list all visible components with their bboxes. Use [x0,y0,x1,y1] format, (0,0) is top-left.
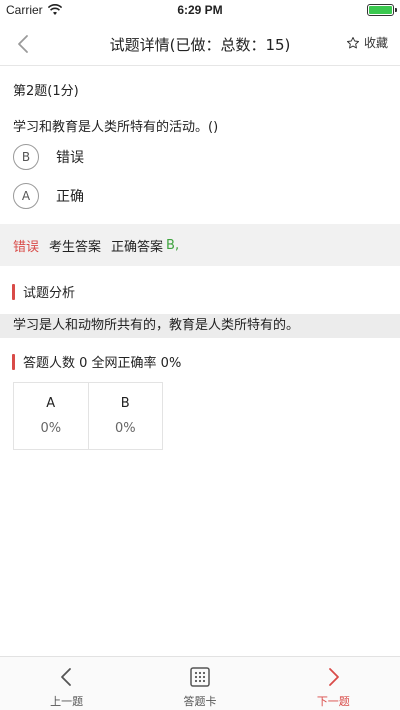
screen: Carrier 6:29 PM 试题详情(已做：总数：15) 收藏 第2题(1分… [0,0,400,710]
stats-heading: 答题人数 0 全网正确率 0% [12,352,181,371]
favorite-label: 收藏 [363,36,388,50]
answer-card-label: 答题卡 [183,695,217,708]
section-marker [12,283,15,300]
stats-heading-text: 答题人数 0 全网正确率 0% [23,356,182,371]
prev-question-button[interactable]: 上一题 [0,657,133,710]
favorite-button[interactable]: 收藏 [346,34,388,51]
question-text: 学习和教育是人类所特有的活动。() [13,120,219,135]
status-bar: Carrier 6:29 PM [0,0,400,22]
stats-table: A 0% B 0% [13,382,163,450]
next-question-button[interactable]: 下一题 [267,657,400,710]
answer-result-band: 错误 考生答案 正确答案 B, [0,224,400,266]
section-marker [12,353,15,370]
option-letter-b: B [13,144,39,170]
option-text-a: 正确 [56,189,84,205]
analysis-text: 学习是人和动物所共有的，教育是人类所特有的。 [0,314,400,338]
option-text-b: 错误 [56,150,84,166]
chevron-right-icon [329,668,340,686]
page-title: 试题详情(已做：总数：15) [109,36,291,54]
correct-answer-label: 正确答案 [111,239,164,255]
option-letter-a: A [13,183,39,209]
star-icon [346,36,359,48]
stats-percent: 0% [40,421,62,436]
chevron-left-icon [60,668,71,686]
battery-tip [395,8,397,12]
stats-option-label: A [46,396,56,411]
option-a[interactable]: A 正确 [13,183,84,209]
option-b[interactable]: B 错误 [13,144,84,170]
correct-answer-value: B, [166,237,180,253]
battery-icon [367,4,394,16]
stats-option-label: B [120,396,130,411]
stats-cell-a: A 0% [14,383,88,449]
your-answer-label: 考生答案 [49,239,102,255]
stats-percent: 0% [114,421,136,436]
answer-card-grid-icon [190,667,210,687]
analysis-heading: 试题分析 [12,282,75,301]
stats-cell-b: B 0% [87,383,163,449]
clock-label: 6:29 PM [177,3,223,17]
nav-bar: 试题详情(已做：总数：15) 收藏 [0,22,400,66]
result-status: 错误 [13,239,40,255]
answer-card-button[interactable]: 答题卡 [133,657,266,710]
next-question-label: 下一题 [316,695,350,708]
bottom-tab-bar: 上一题 答题卡 下一题 [0,656,400,710]
prev-question-label: 上一题 [50,695,84,708]
question-number: 第2题(1分) [13,84,79,99]
analysis-heading-text: 试题分析 [23,286,76,301]
